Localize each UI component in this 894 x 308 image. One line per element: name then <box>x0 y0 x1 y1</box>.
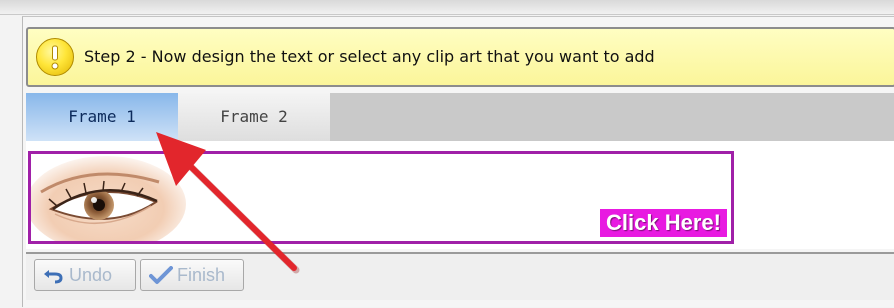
top-edge <box>0 0 894 15</box>
click-here-button[interactable]: Click Here! <box>600 209 727 237</box>
undo-label: Undo <box>69 265 113 285</box>
warning-exclamation-icon <box>36 38 74 76</box>
tab-frame-1[interactable]: Frame 1 <box>26 93 178 141</box>
step-instruction-text: Step 2 - Now design the text or select a… <box>84 47 655 66</box>
step-instruction-bar: Step 2 - Now design the text or select a… <box>26 27 894 87</box>
finish-button[interactable]: Finish <box>140 259 244 291</box>
banner-frame[interactable]: Click Here! <box>28 151 734 244</box>
tab-frame-2[interactable]: Frame 2 <box>178 93 330 141</box>
frame-tabs: Frame 1 Frame 2 <box>26 93 894 141</box>
eye-clipart-image <box>31 154 231 241</box>
undo-arrow-icon <box>43 266 65 289</box>
undo-button[interactable]: Undo <box>34 259 136 291</box>
checkmark-icon <box>149 266 173 291</box>
finish-label: Finish <box>177 265 226 285</box>
